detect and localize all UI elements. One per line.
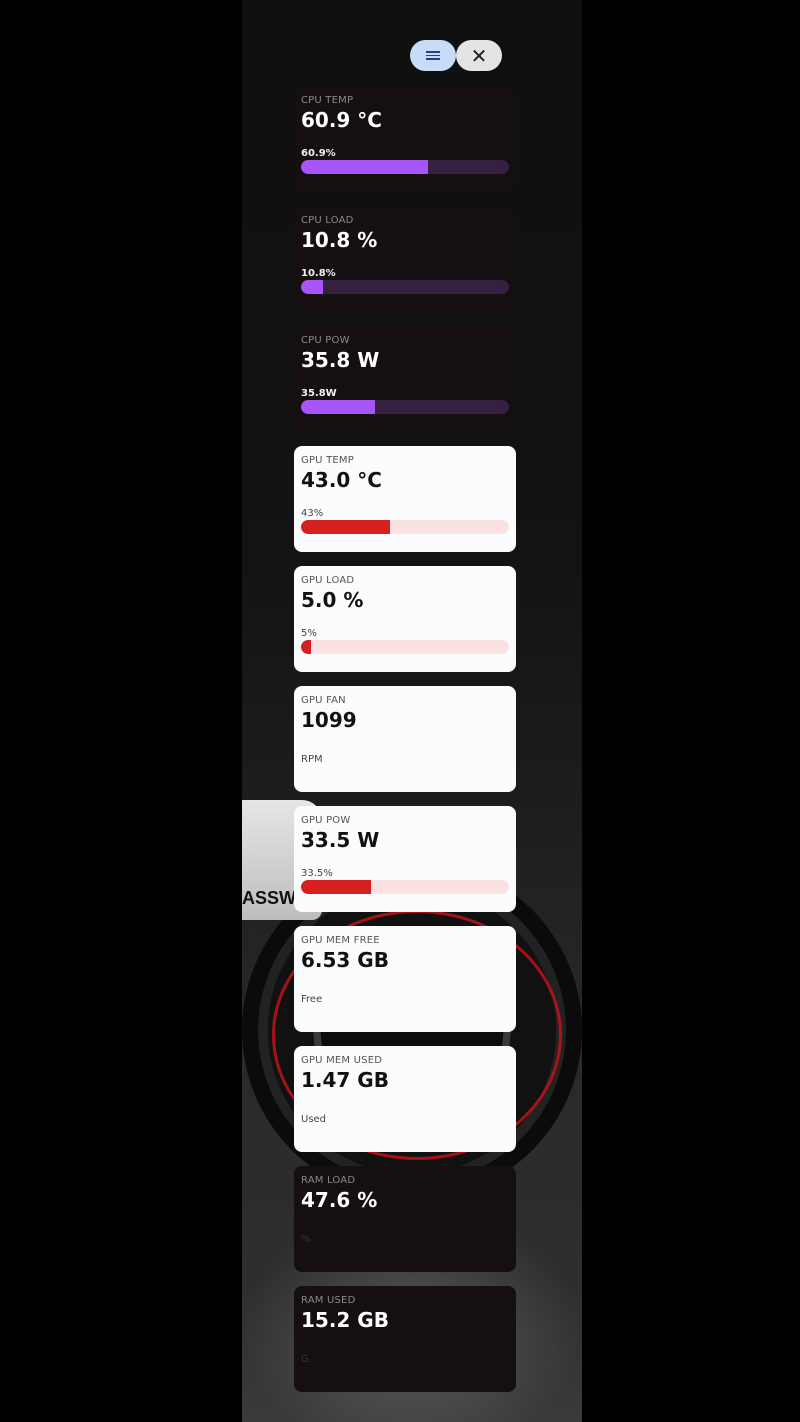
progress-bar	[301, 160, 509, 174]
progress-fill	[301, 880, 371, 894]
progress-fill	[301, 160, 428, 174]
card-label: RAM LOAD	[301, 1175, 356, 1186]
card-label: GPU FAN	[301, 695, 346, 706]
close-button[interactable]: ✕	[456, 40, 502, 71]
card-label: RAM USED	[301, 1295, 356, 1306]
progress-bar	[301, 640, 509, 654]
progress-fill	[301, 520, 391, 534]
sensor-card-ram-used: RAM USED 15.2 GB G	[294, 1286, 516, 1392]
progress-bar	[301, 880, 509, 894]
progress-fill	[301, 280, 324, 294]
card-value: 35.8 W	[301, 348, 380, 372]
sensor-card-gpu-pow: GPU POW 33.5 W 33.5%	[294, 806, 516, 912]
card-percent-label: 35.8W	[301, 388, 337, 399]
sensor-card-gpu-mem-used: GPU MEM USED 1.47 GB Used	[294, 1046, 516, 1152]
card-label: GPU POW	[301, 815, 351, 826]
card-value: 47.6 %	[301, 1188, 378, 1212]
sensor-card-cpu-temp: CPU TEMP 60.9 °C 60.9%	[294, 86, 516, 192]
card-label: CPU POW	[301, 335, 350, 346]
card-value: 1099	[301, 708, 357, 732]
card-label: CPU LOAD	[301, 215, 354, 226]
card-value: 15.2 GB	[301, 1308, 389, 1332]
card-unit-label: %	[301, 1234, 311, 1245]
progress-fill	[301, 400, 376, 414]
card-percent-label: 33.5%	[301, 868, 333, 879]
sensor-card-ram-load: RAM LOAD 47.6 % %	[294, 1166, 516, 1272]
car-livery-text: ASSW	[242, 888, 296, 908]
card-value: 5.0 %	[301, 588, 364, 612]
card-percent-label: 10.8%	[301, 268, 336, 279]
card-label: GPU MEM USED	[301, 1055, 383, 1066]
card-percent-label: 43%	[301, 508, 324, 519]
sensor-card-cpu-load: CPU LOAD 10.8 % 10.8%	[294, 206, 516, 312]
card-label: GPU MEM FREE	[301, 935, 380, 946]
card-label: CPU TEMP	[301, 95, 354, 106]
card-label: GPU LOAD	[301, 575, 355, 586]
menu-button[interactable]	[410, 40, 456, 71]
card-unit-label: RPM	[301, 754, 323, 765]
progress-bar	[301, 400, 509, 414]
sensor-card-gpu-fan: GPU FAN 1099 RPM	[294, 686, 516, 792]
card-value: 43.0 °C	[301, 468, 382, 492]
sensor-card-gpu-mem-free: GPU MEM FREE 6.53 GB Free	[294, 926, 516, 1032]
card-unit-label: G	[301, 1354, 309, 1365]
card-label: GPU TEMP	[301, 455, 354, 466]
sensor-card-cpu-pow: CPU POW 35.8 W 35.8W	[294, 326, 516, 432]
card-percent-label: 5%	[301, 628, 317, 639]
menu-icon	[426, 49, 440, 62]
card-value: 6.53 GB	[301, 948, 389, 972]
card-unit-label: Used	[301, 1114, 327, 1125]
card-value: 60.9 °C	[301, 108, 382, 132]
card-value: 1.47 GB	[301, 1068, 389, 1092]
card-percent-label: 60.9%	[301, 148, 336, 159]
sensor-card-gpu-temp: GPU TEMP 43.0 °C 43%	[294, 446, 516, 552]
progress-bar	[301, 280, 509, 294]
card-value: 10.8 %	[301, 228, 378, 252]
close-icon: ✕	[470, 43, 488, 68]
card-unit-label: Free	[301, 994, 323, 1005]
sensor-card-gpu-load: GPU LOAD 5.0 % 5%	[294, 566, 516, 672]
progress-bar	[301, 520, 509, 534]
progress-fill	[301, 640, 312, 654]
card-value: 33.5 W	[301, 828, 380, 852]
